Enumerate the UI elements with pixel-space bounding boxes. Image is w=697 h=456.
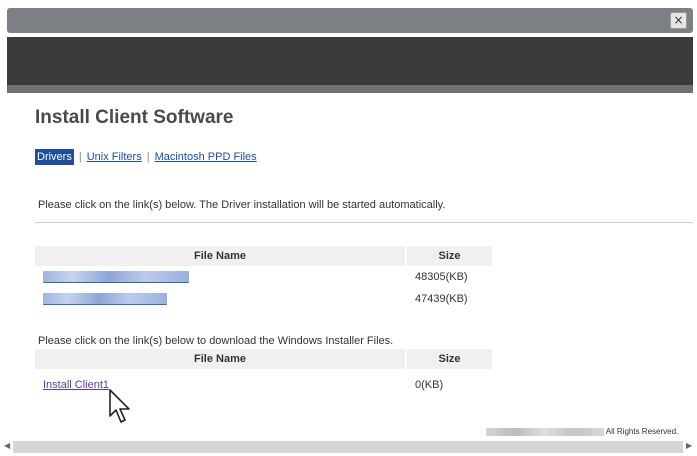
dialog-titlebar: × — [7, 8, 693, 33]
drivers-table: File Name Size 48305(KB) 47439(KB) — [35, 246, 492, 310]
close-icon[interactable]: × — [670, 12, 687, 29]
header-banner — [7, 37, 693, 85]
tab-bar: Drivers | Unix Filters | Macintosh PPD Files — [35, 149, 257, 165]
column-header-size: Size — [438, 353, 461, 365]
tab-macintosh-ppd-files[interactable]: Macintosh PPD Files — [155, 151, 257, 163]
divider — [35, 222, 693, 223]
scroll-left-arrow-icon[interactable]: ◀ — [4, 441, 10, 450]
header-banner-strip — [7, 85, 693, 93]
tab-separator: | — [78, 151, 82, 163]
horizontal-scrollbar[interactable]: ◀ ▶ — [0, 440, 697, 455]
copyright-owner — [486, 427, 604, 436]
column-header-file-name: File Name — [194, 250, 246, 262]
mouse-pointer-icon — [109, 389, 130, 423]
copyright-footer: All Rights Reserved. — [486, 427, 678, 436]
table-row: 47439(KB) — [35, 288, 492, 310]
tab-separator: | — [146, 151, 150, 163]
driver-file-link[interactable] — [43, 293, 167, 308]
file-size: 0(KB) — [415, 379, 444, 391]
installer-table: File Name Size Install Client1 0(KB) — [35, 349, 492, 399]
install-client-link[interactable]: Install Client1 — [43, 379, 109, 391]
driver-file-link[interactable] — [43, 271, 189, 286]
column-header-file-name: File Name — [194, 353, 246, 365]
table-row: 48305(KB) — [35, 266, 492, 288]
file-size: 48305(KB) — [415, 271, 468, 283]
footer-rights-text: All Rights Reserved. — [605, 427, 679, 436]
installer-instruction-text: Please click on the link(s) below to dow… — [38, 335, 394, 347]
tab-unix-filters[interactable]: Unix Filters — [87, 151, 142, 163]
table-row: Install Client1 0(KB) — [35, 369, 492, 399]
column-header-size: Size — [438, 250, 461, 262]
scrollbar-thumb[interactable] — [13, 441, 683, 453]
file-size: 47439(KB) — [415, 293, 468, 305]
table-header: File Name Size — [35, 246, 492, 266]
page-title: Install Client Software — [35, 107, 234, 128]
scroll-right-arrow-icon[interactable]: ▶ — [686, 441, 692, 450]
driver-instruction-text: Please click on the link(s) below. The D… — [38, 199, 446, 211]
table-header: File Name Size — [35, 349, 492, 369]
tab-drivers[interactable]: Drivers — [35, 149, 74, 165]
